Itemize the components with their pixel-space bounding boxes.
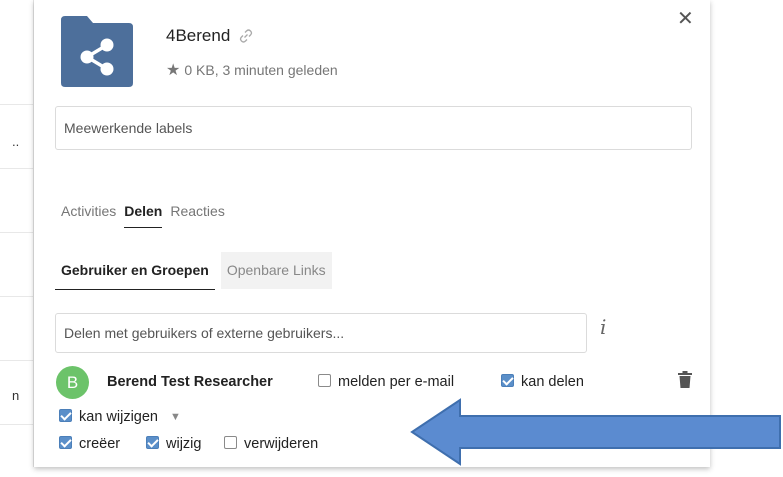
annotation-arrow bbox=[410, 398, 781, 466]
subtab-users-groups[interactable]: Gebruiker en Groepen bbox=[55, 252, 215, 290]
can-share-label: kan delen bbox=[521, 374, 584, 390]
left-file-list: .. n bbox=[0, 0, 34, 467]
tab-reacties[interactable]: Reacties bbox=[170, 203, 224, 228]
list-row-divider bbox=[0, 232, 33, 233]
delete-label: verwijderen bbox=[244, 436, 319, 452]
link-icon[interactable] bbox=[238, 28, 254, 44]
share-with-input[interactable]: Delen met gebruikers of externe gebruike… bbox=[55, 313, 587, 353]
list-row-divider bbox=[0, 296, 33, 297]
can-edit-label: kan wijzigen bbox=[79, 409, 158, 425]
favorite-star-icon[interactable]: ★ bbox=[166, 60, 180, 79]
info-icon[interactable]: i bbox=[600, 315, 606, 339]
can-share-checkbox[interactable] bbox=[501, 374, 514, 387]
avatar: B bbox=[56, 366, 89, 399]
list-row-divider bbox=[0, 424, 33, 425]
collaborative-tags-placeholder: Meewerkende labels bbox=[64, 120, 193, 136]
notify-email-option[interactable]: melden per e-mail bbox=[318, 374, 454, 390]
subtab-public-links[interactable]: Openbare Links bbox=[220, 252, 332, 289]
chevron-down-icon[interactable]: ▼ bbox=[170, 411, 181, 423]
collaborative-tags-input[interactable]: Meewerkende labels bbox=[55, 106, 692, 150]
list-row-divider bbox=[0, 168, 33, 169]
list-row-divider bbox=[0, 104, 33, 105]
share-recipient-name: Berend Test Researcher bbox=[107, 374, 273, 390]
delete-checkbox[interactable] bbox=[224, 436, 237, 449]
change-checkbox[interactable] bbox=[146, 436, 159, 449]
sidebar-tabs: Activities Delen Reacties bbox=[61, 203, 225, 228]
file-name: 4Berend bbox=[166, 26, 231, 45]
notify-email-checkbox[interactable] bbox=[318, 374, 331, 387]
delete-option[interactable]: verwijderen bbox=[224, 436, 318, 452]
can-edit-checkbox[interactable] bbox=[59, 409, 72, 422]
create-checkbox[interactable] bbox=[59, 436, 72, 449]
tab-activities[interactable]: Activities bbox=[61, 203, 116, 228]
truncated-list-text: n bbox=[12, 388, 20, 403]
can-edit-option[interactable]: kan wijzigen ▼ bbox=[59, 409, 181, 425]
sharing-subtabs: Gebruiker en Groepen Openbare Links bbox=[55, 252, 332, 290]
share-with-placeholder: Delen met gebruikers of externe gebruike… bbox=[64, 325, 345, 341]
shared-folder-icon bbox=[61, 16, 133, 87]
can-share-option[interactable]: kan delen bbox=[501, 374, 584, 390]
close-icon[interactable]: ✕ bbox=[677, 6, 694, 30]
trash-icon[interactable] bbox=[678, 371, 692, 388]
change-option[interactable]: wijzig bbox=[146, 436, 201, 452]
create-label: creëer bbox=[79, 436, 121, 452]
create-option[interactable]: creëer bbox=[59, 436, 120, 452]
change-label: wijzig bbox=[166, 436, 202, 452]
file-meta: 0 KB, 3 minuten geleden bbox=[184, 61, 338, 78]
notify-email-label: melden per e-mail bbox=[338, 374, 455, 390]
tab-delen[interactable]: Delen bbox=[124, 203, 163, 228]
list-row-divider bbox=[0, 360, 33, 361]
details-sidebar: 4Berend ★ 0 KB, 3 minuten geleden ✕ Meew… bbox=[34, 0, 710, 467]
truncated-list-text: .. bbox=[12, 134, 20, 149]
